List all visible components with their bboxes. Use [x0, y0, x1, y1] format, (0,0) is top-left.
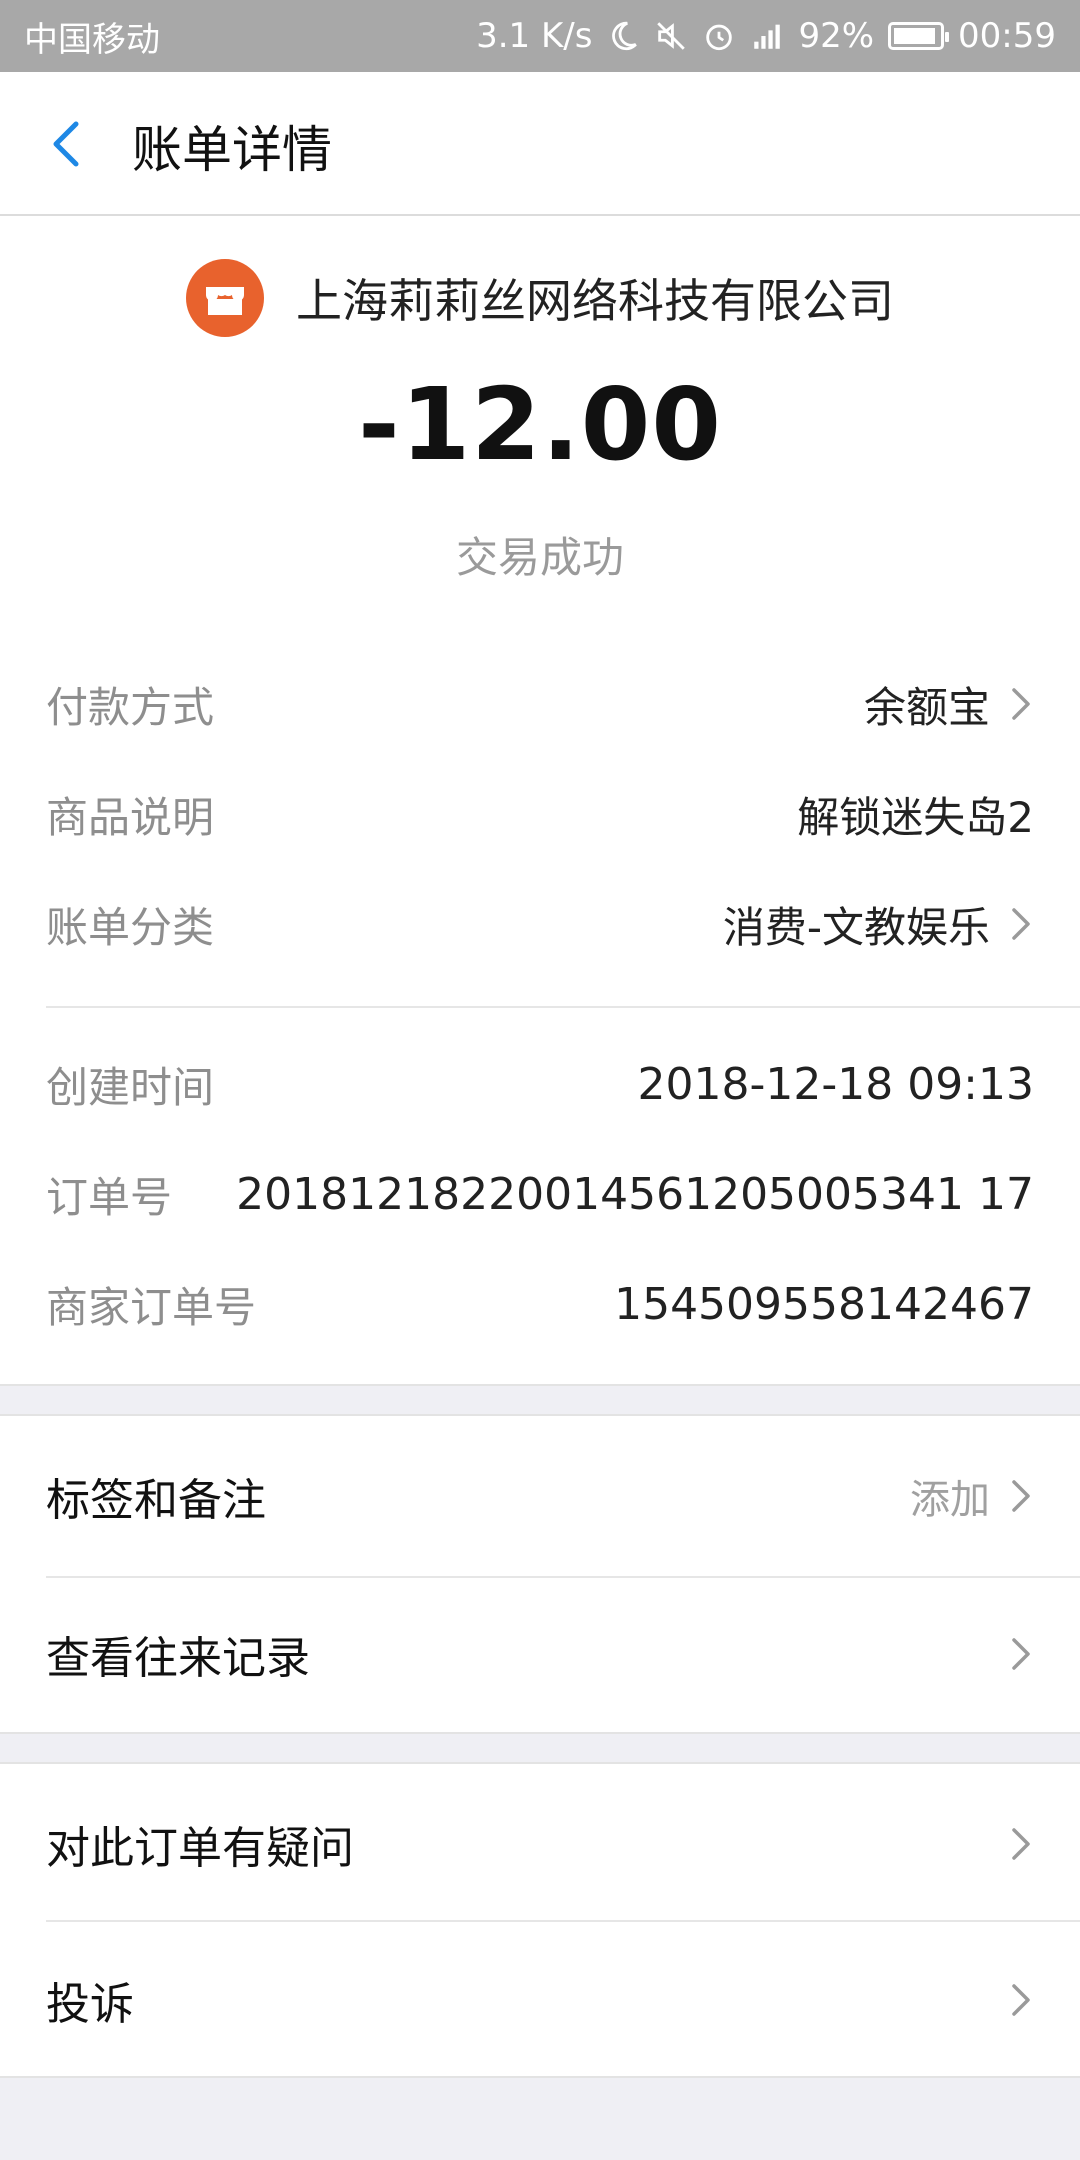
merchant-order-number-label: 商家订单号 [46, 1282, 257, 1332]
bill-category-text: 消费-文教娱乐 [722, 902, 990, 952]
merchant-logo [186, 259, 264, 337]
signal-icon [754, 24, 781, 49]
transaction-amount: -12.00 [358, 366, 722, 483]
bill-category-row[interactable]: 账单分类 消费-文教娱乐 [46, 894, 1034, 954]
battery-icon [888, 22, 950, 50]
transaction-status: 交易成功 [455, 533, 624, 582]
divider [46, 1920, 1080, 1922]
created-time-row: 创建时间 2018-12-18 09:13 [46, 1054, 1034, 1114]
chevron-right-icon [1012, 1984, 1030, 2016]
clock: 00:59 [958, 16, 1056, 56]
carrier-label: 中国移动 [24, 19, 160, 60]
product-description-value: 解锁迷失岛2 [797, 792, 1034, 842]
tags-notes-item[interactable]: 标签和备注 添加 [46, 1466, 1034, 1526]
tags-notes-action: 添加 [910, 1467, 1034, 1525]
payment-method-label: 付款方式 [46, 682, 215, 732]
created-time-label: 创建时间 [46, 1062, 215, 1112]
payment-method-text: 余额宝 [863, 682, 990, 732]
add-label: 添加 [910, 1477, 990, 1523]
tags-notes-label: 标签和备注 [46, 1475, 266, 1526]
payment-method-value: 余额宝 [864, 674, 1034, 735]
payment-method-row[interactable]: 付款方式 余额宝 [46, 674, 1034, 734]
view-records-label: 查看往来记录 [46, 1633, 310, 1684]
moon-icon [612, 21, 638, 51]
merchant-name: 上海莉莉丝网络科技有限公司 [296, 274, 894, 328]
bill-category-label: 账单分类 [46, 902, 215, 952]
actions-group-1: 标签和备注 添加 查看往来记录 [0, 1414, 1080, 1734]
chevron-right-icon [1012, 1480, 1030, 1512]
product-description-row: 商品说明 解锁迷失岛2 [46, 784, 1034, 844]
mute-icon [657, 22, 686, 50]
actions-group-2: 对此订单有疑问 投诉 [0, 1762, 1080, 2078]
product-description-label: 商品说明 [46, 792, 215, 842]
complaint-label: 投诉 [46, 1979, 134, 2030]
divider [46, 1576, 1080, 1578]
merchant-order-number-value: 154509558142467 [614, 1278, 1034, 1330]
battery-percent: 92% [798, 16, 875, 56]
view-records-item[interactable]: 查看往来记录 [46, 1624, 1034, 1684]
bill-category-value: 消费-文教娱乐 [723, 894, 1034, 955]
alarm-icon [706, 24, 733, 51]
network-speed: 3.1 K/s [476, 16, 593, 56]
created-time-value: 2018-12-18 09:13 [637, 1058, 1035, 1110]
order-number-row: 订单号 20181218220014561205005341 17 [46, 1164, 1034, 1224]
order-number-label: 订单号 [46, 1172, 173, 1222]
shop-icon [206, 287, 244, 315]
chevron-right-icon [1012, 1638, 1030, 1670]
divider [46, 1006, 1080, 1008]
order-question-label: 对此订单有疑问 [46, 1823, 354, 1874]
back-arrow-icon[interactable] [40, 112, 100, 176]
page-title: 账单详情 [132, 121, 332, 179]
chevron-right-icon [1012, 1828, 1030, 1860]
order-number-value: 20181218220014561205005341 17 [236, 1168, 1034, 1220]
status-indicators: 3.1 K/s 92% 00:59 [476, 16, 1056, 56]
chevron-right-icon [1012, 688, 1030, 720]
status-bar: 中国移动 3.1 K/s 92% 00:59 [0, 0, 1080, 72]
merchant-row: 上海莉莉丝网络科技有限公司 [0, 258, 1080, 338]
merchant-order-number-row: 商家订单号 154509558142467 [46, 1274, 1034, 1334]
bill-detail-card: 上海莉莉丝网络科技有限公司 -12.00 交易成功 付款方式 余额宝 商品说明 … [0, 216, 1080, 1386]
order-question-item[interactable]: 对此订单有疑问 [46, 1814, 1034, 1874]
app-bar: 账单详情 [0, 72, 1080, 216]
chevron-right-icon [1012, 908, 1030, 940]
complaint-item[interactable]: 投诉 [46, 1970, 1034, 2030]
